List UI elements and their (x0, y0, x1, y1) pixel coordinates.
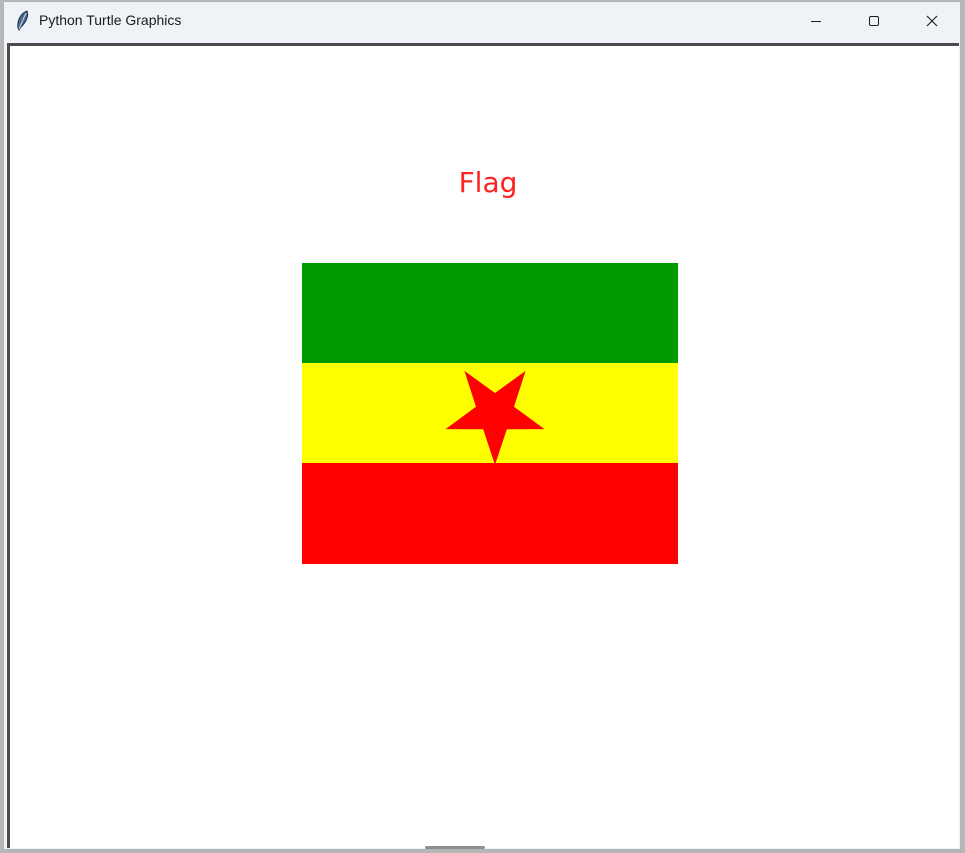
title-bar[interactable]: Python Turtle Graphics (4, 2, 960, 40)
flag-stripe-green (302, 263, 678, 363)
feather-icon (14, 10, 32, 32)
turtle-window: Python Turtle Graphics Flag (3, 1, 961, 850)
close-icon (926, 15, 938, 27)
minimize-icon (810, 15, 822, 27)
close-button[interactable] (903, 2, 961, 40)
window-title: Python Turtle Graphics (39, 12, 182, 28)
flag-heading: Flag (459, 166, 518, 199)
maximize-button[interactable] (845, 2, 903, 40)
turtle-canvas[interactable]: Flag (7, 43, 959, 848)
flag-stripe-red (302, 463, 678, 564)
resize-handle[interactable] (425, 846, 485, 849)
drawing-surface: Flag (302, 166, 678, 564)
minimize-button[interactable] (787, 2, 845, 40)
maximize-icon (868, 15, 880, 27)
